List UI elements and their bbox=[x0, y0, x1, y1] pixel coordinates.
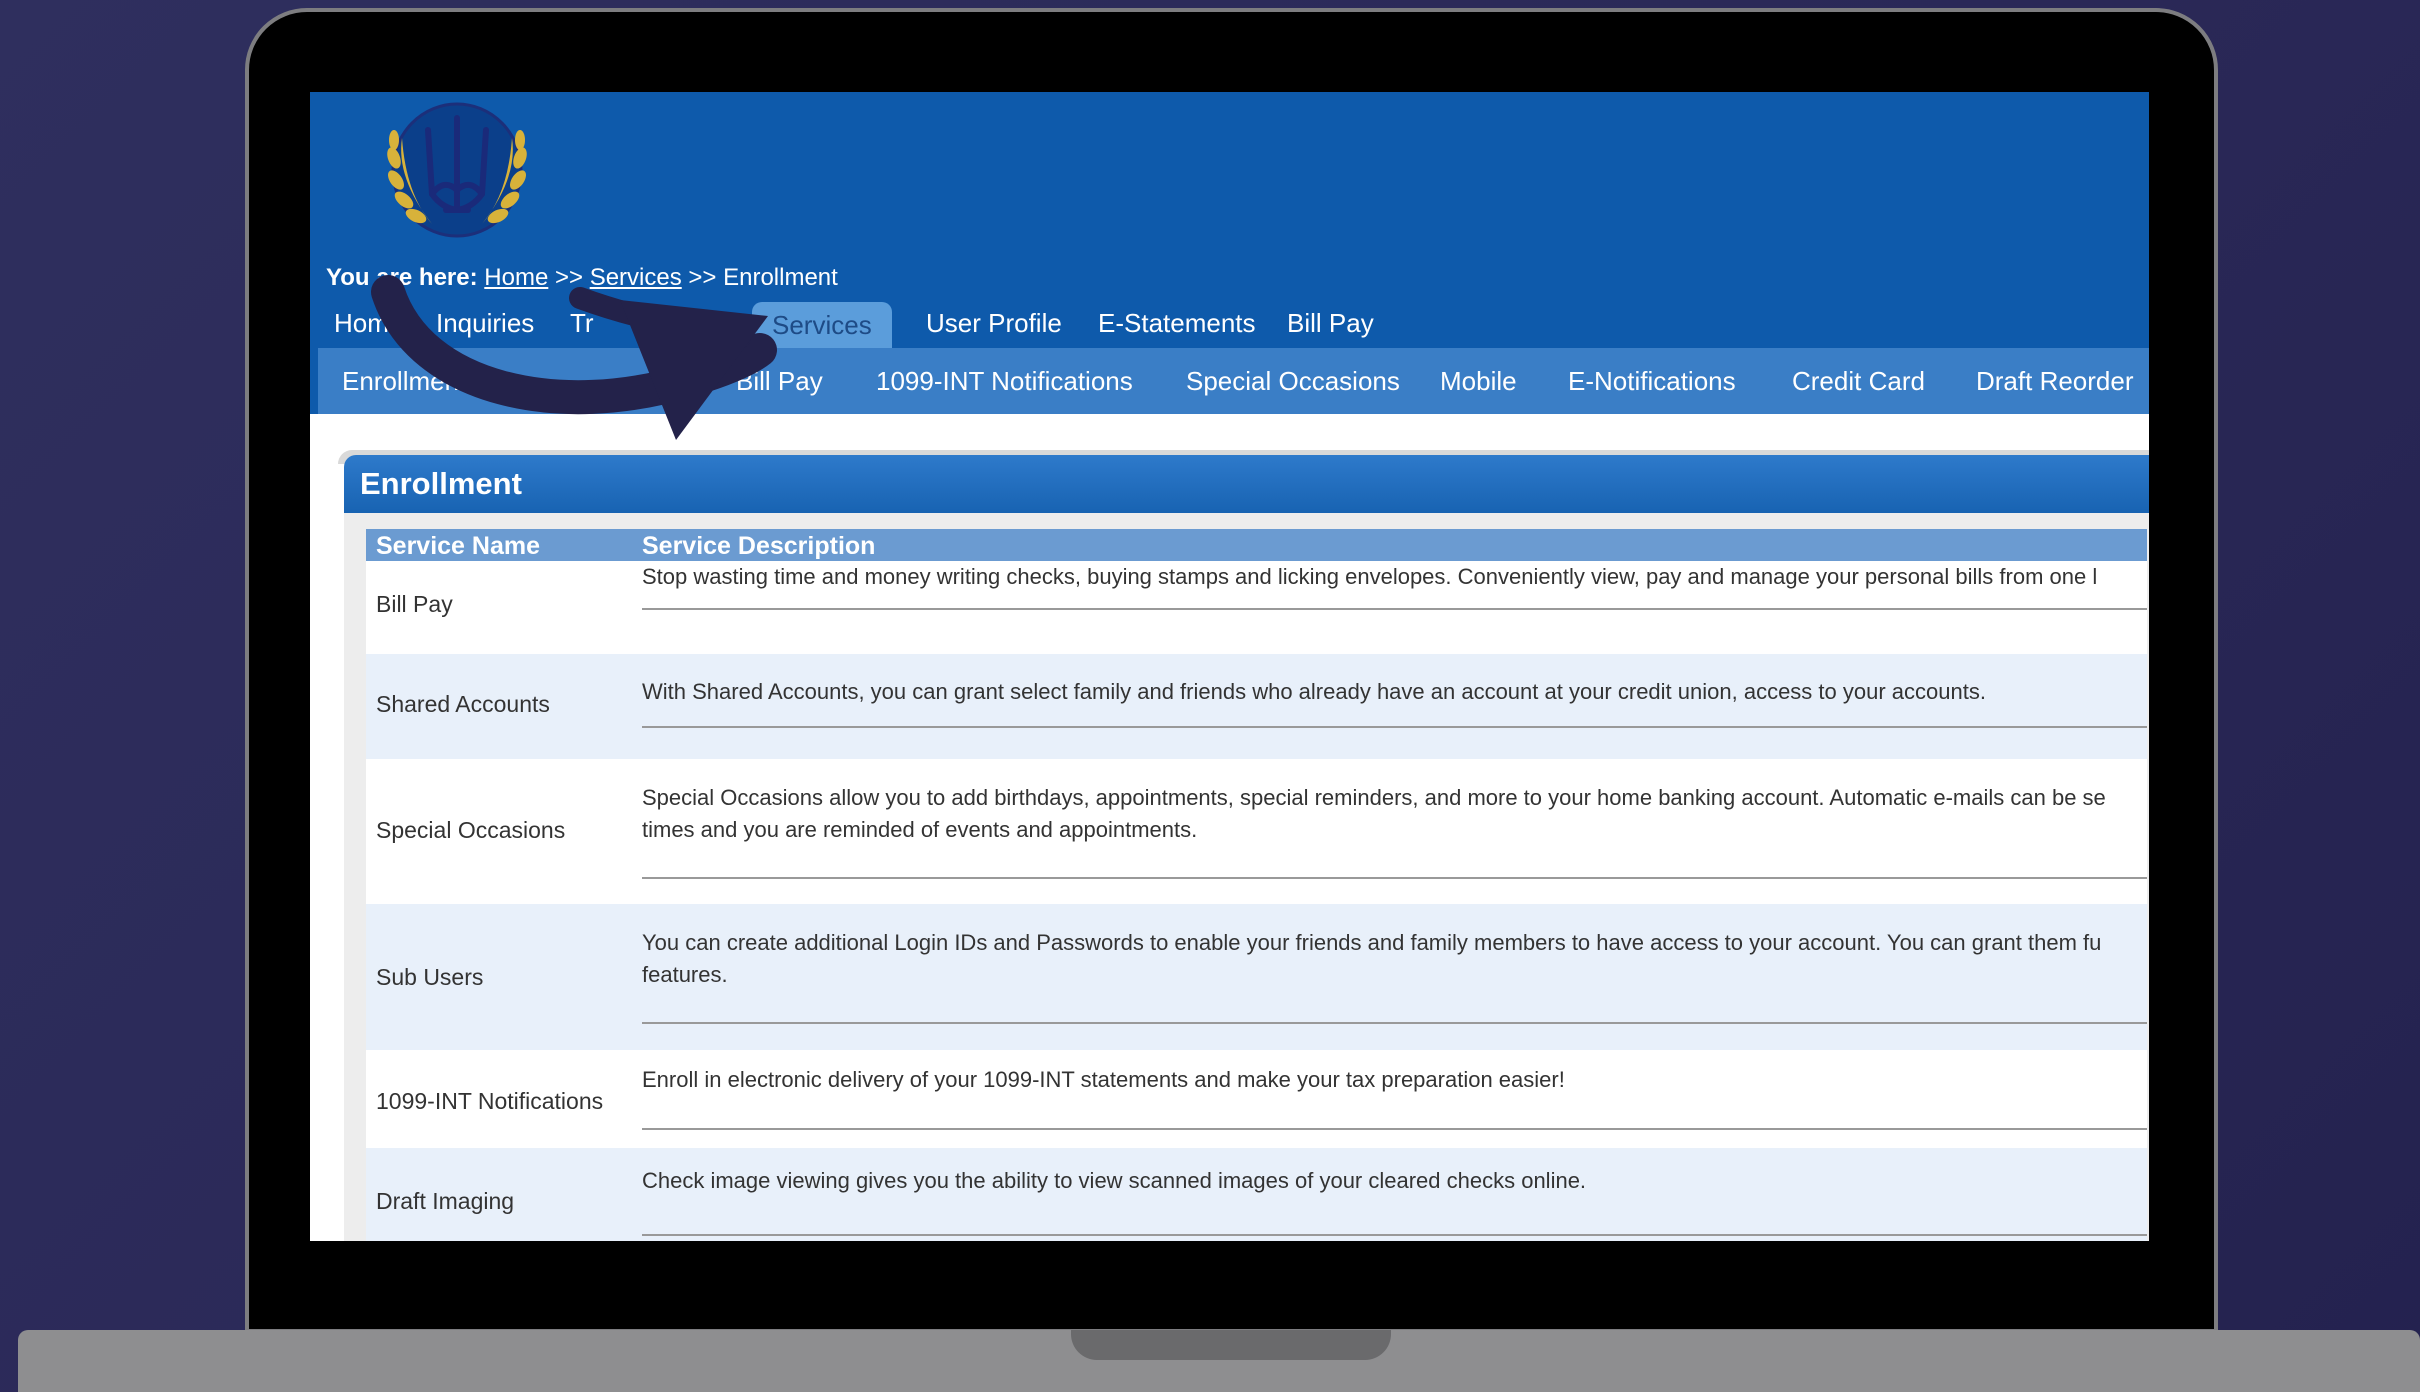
tab-services[interactable]: Services bbox=[752, 302, 892, 348]
subnav-special-occasions[interactable]: Special Occasions bbox=[1186, 348, 1400, 414]
subnav-mobile[interactable]: Mobile bbox=[1440, 348, 1517, 414]
main-nav: Home Inquiries Tr Services User Profile … bbox=[310, 298, 2149, 348]
panel-title: Enrollment bbox=[360, 466, 522, 501]
sub-nav: Enrollment Bill Pay 1099-INT Notificatio… bbox=[318, 348, 2149, 414]
row-divider bbox=[642, 608, 2147, 610]
breadcrumb-separator: >> bbox=[688, 264, 717, 291]
service-table: Service Name Service Description Bill Pa… bbox=[366, 529, 2149, 1241]
table-row[interactable]: Special Occasions Special Occasions allo… bbox=[366, 759, 2147, 904]
subnav-draft-reorder[interactable]: Draft Reorder bbox=[1976, 348, 2134, 414]
breadcrumb-separator: >> bbox=[554, 264, 584, 291]
table-row[interactable]: Sub Users You can create additional Logi… bbox=[366, 904, 2147, 1050]
row-divider bbox=[642, 1128, 2147, 1130]
tab-user-profile[interactable]: User Profile bbox=[926, 298, 1062, 348]
column-header-service-description: Service Description bbox=[642, 532, 876, 560]
breadcrumb-services-link[interactable]: Services bbox=[590, 264, 682, 291]
tab-transfers[interactable]: Tr bbox=[570, 298, 594, 348]
service-description: Special Occasions allow you to add birth… bbox=[642, 785, 2106, 810]
service-description: With Shared Accounts, you can grant sele… bbox=[642, 679, 1986, 704]
service-description: Enroll in electronic delivery of your 10… bbox=[642, 1067, 1565, 1092]
table-header-row: Service Name Service Description bbox=[366, 529, 2147, 561]
row-divider bbox=[642, 877, 2147, 879]
browser-screen: You are here: Home >> Services >> Enroll… bbox=[310, 92, 2149, 1241]
row-divider bbox=[642, 1022, 2147, 1024]
column-header-service-name: Service Name bbox=[376, 532, 541, 560]
breadcrumb: You are here: Home >> Services >> Enroll… bbox=[326, 264, 838, 292]
service-name: Draft Imaging bbox=[376, 1188, 515, 1214]
laptop-notch bbox=[1071, 1330, 1391, 1360]
table-row[interactable]: 1099-INT Notifications Enroll in electro… bbox=[366, 1050, 2147, 1148]
table-row[interactable]: Shared Accounts With Shared Accounts, yo… bbox=[366, 654, 2147, 759]
subnav-credit-card[interactable]: Credit Card bbox=[1792, 348, 1925, 414]
subnav-1099-int-notifications[interactable]: 1099-INT Notifications bbox=[876, 348, 1133, 414]
subnav-bill-pay[interactable]: Bill Pay bbox=[736, 348, 823, 414]
table-row[interactable]: Bill Pay Stop wasting time and money wri… bbox=[366, 561, 2147, 654]
tab-e-statements[interactable]: E-Statements bbox=[1098, 298, 1256, 348]
service-name: Shared Accounts bbox=[376, 691, 550, 717]
subnav-enrollment[interactable]: Enrollment bbox=[342, 348, 466, 414]
tab-inquiries[interactable]: Inquiries bbox=[436, 298, 534, 348]
table-row[interactable]: Draft Imaging Check image viewing gives … bbox=[366, 1148, 2147, 1241]
site-banner: You are here: Home >> Services >> Enroll… bbox=[310, 92, 2149, 414]
breadcrumb-home-link[interactable]: Home bbox=[484, 264, 548, 291]
service-name: Special Occasions bbox=[376, 817, 566, 843]
service-description: Stop wasting time and money writing chec… bbox=[642, 564, 2098, 589]
row-divider bbox=[642, 1234, 2147, 1236]
service-name: Bill Pay bbox=[376, 591, 453, 617]
trident-crest-icon bbox=[387, 102, 527, 238]
tab-bill-pay[interactable]: Bill Pay bbox=[1287, 298, 1374, 348]
panel-header: Enrollment bbox=[344, 455, 2149, 513]
service-description: You can create additional Login IDs and … bbox=[642, 930, 2102, 955]
service-description: Check image viewing gives you the abilit… bbox=[642, 1168, 1587, 1193]
subnav-e-notifications[interactable]: E-Notifications bbox=[1568, 348, 1736, 414]
breadcrumb-prefix: You are here: bbox=[326, 264, 478, 291]
breadcrumb-current: Enrollment bbox=[723, 264, 838, 291]
service-name: Sub Users bbox=[376, 964, 484, 990]
service-description-continued: features. bbox=[642, 962, 728, 987]
tab-home[interactable]: Home bbox=[334, 298, 403, 348]
service-description-continued: times and you are reminded of events and… bbox=[642, 817, 1198, 842]
row-divider bbox=[642, 726, 2147, 728]
service-name: 1099-INT Notifications bbox=[376, 1088, 604, 1114]
